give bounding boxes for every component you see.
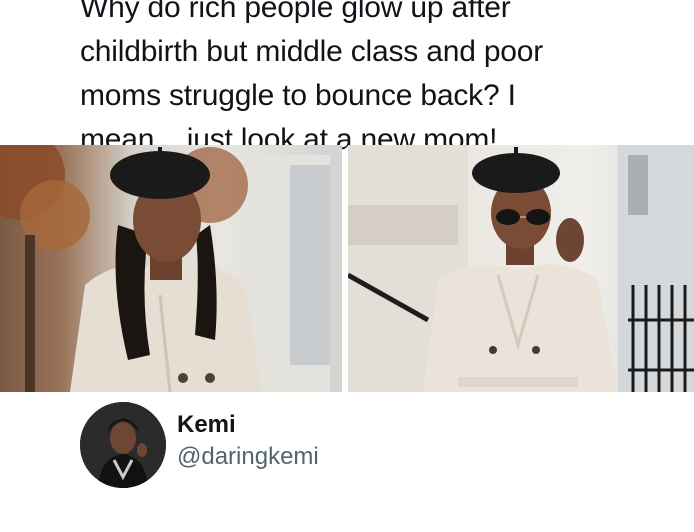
tweet-author[interactable]: Kemi @daringkemi <box>80 402 319 488</box>
tweet-text: Why do rich people glow up after childbi… <box>80 0 680 162</box>
avatar[interactable] <box>80 402 166 488</box>
tweet-text-line: childbirth but middle class and poor <box>80 35 544 68</box>
author-display-name[interactable]: Kemi <box>177 410 319 440</box>
tweet-text-line: Why do rich people glow up after <box>80 0 511 24</box>
photo-woman-beret-coat[interactable] <box>0 145 342 392</box>
author-handle[interactable]: @daringkemi <box>177 442 319 472</box>
tweet-media <box>0 145 694 392</box>
tweet-text-line: moms struggle to bounce back? I <box>80 79 516 112</box>
author-names: Kemi @daringkemi <box>177 410 319 472</box>
photo-woman-sunglasses-coat[interactable] <box>348 145 694 392</box>
